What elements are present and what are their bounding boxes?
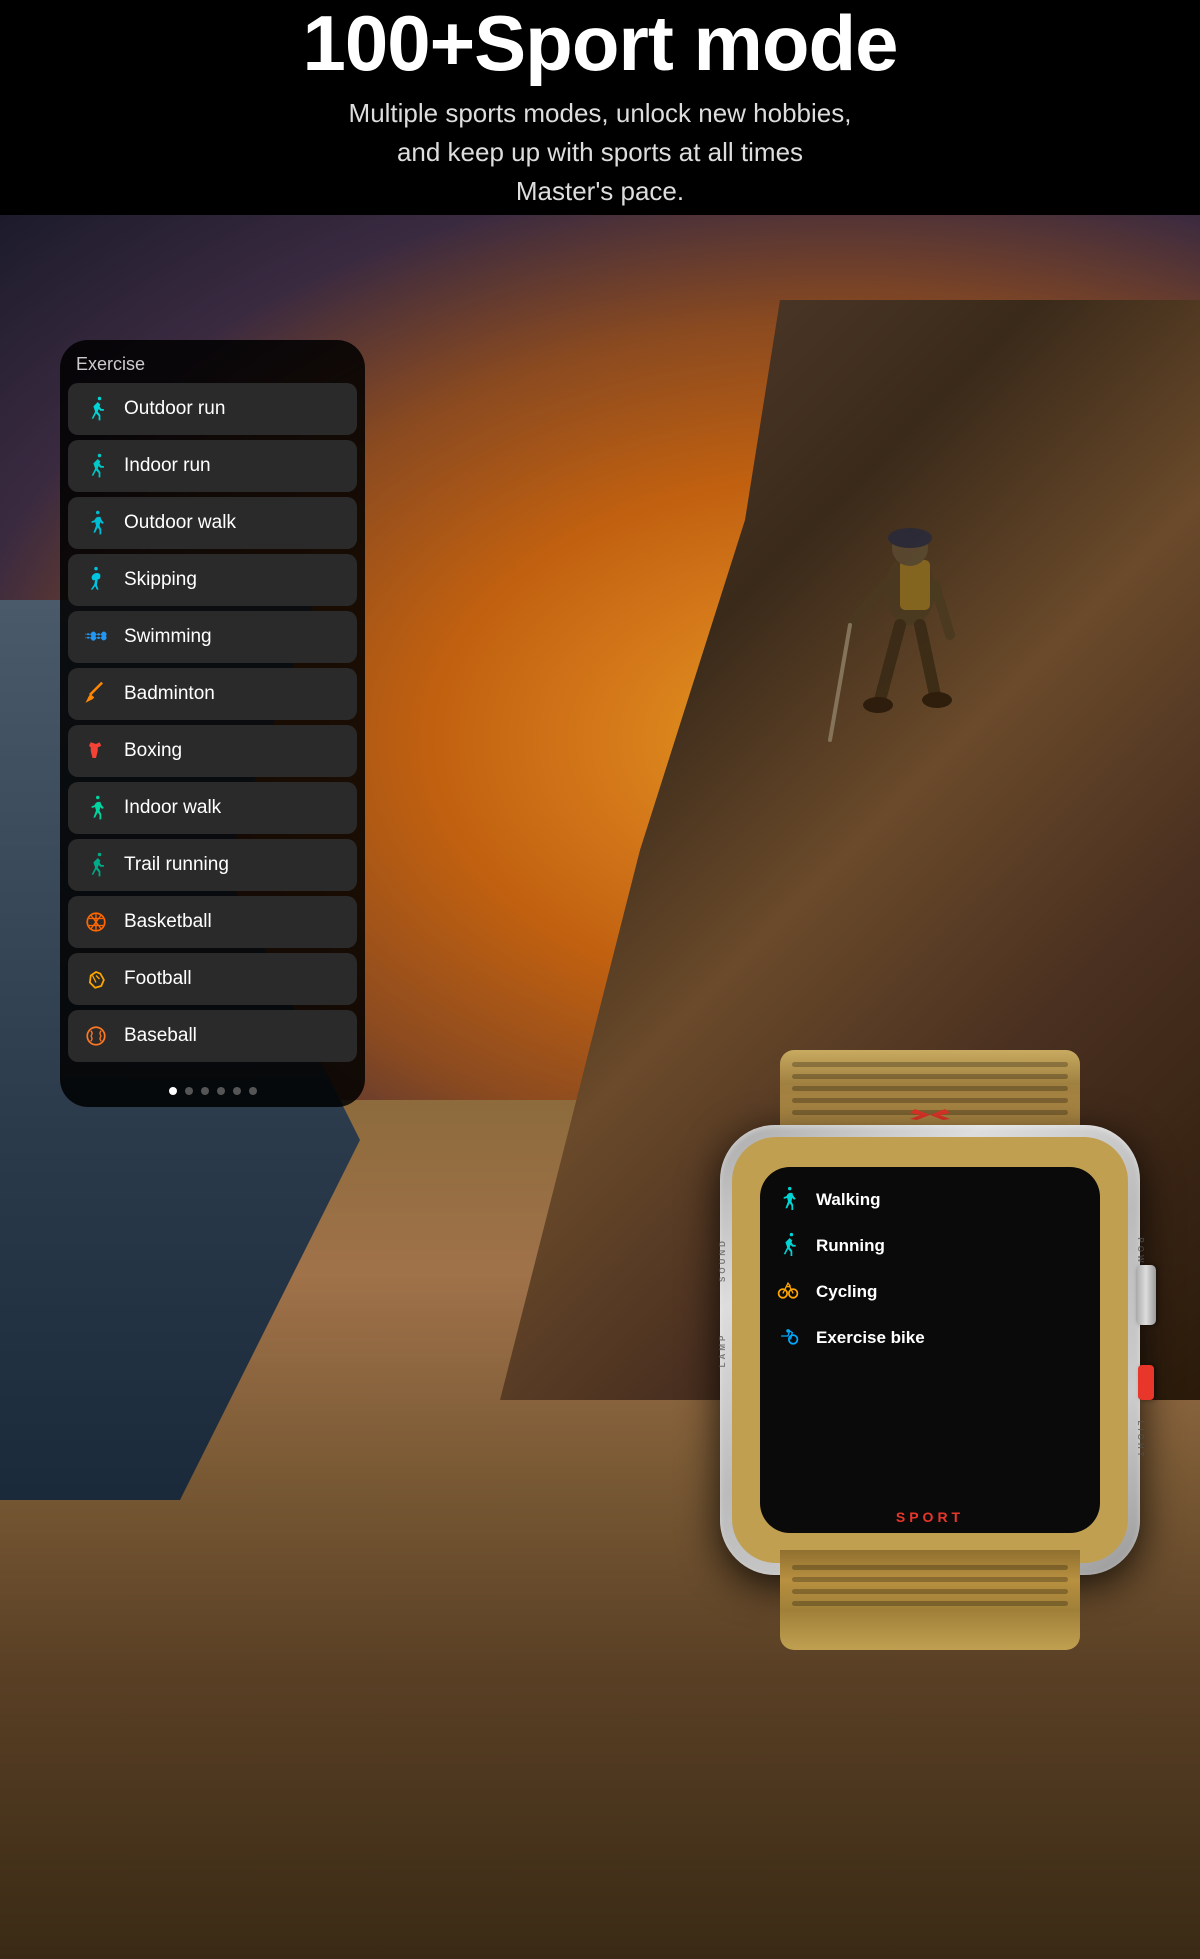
- strap-bottom: [780, 1550, 1080, 1650]
- sport-icon-skipping: [80, 564, 112, 596]
- watch-sport-name: Walking: [816, 1190, 881, 1210]
- hiker-figure: [810, 430, 1010, 785]
- sport-label: SPORT: [896, 1509, 964, 1525]
- header-section: 100+Sport mode Multiple sports modes, un…: [0, 0, 1200, 215]
- sport-name: Outdoor walk: [124, 512, 236, 534]
- sport-name: Baseball: [124, 1025, 197, 1047]
- sport-icon-baseball: [80, 1020, 112, 1052]
- watch-sport-icon: [776, 1186, 804, 1214]
- strap-top: [780, 1050, 1080, 1135]
- subtitle-line3: Master's pace.: [516, 176, 684, 206]
- pagination-dot[interactable]: [233, 1087, 241, 1095]
- sport-icon-outdoor-walk: [80, 507, 112, 539]
- watch-sport-row: Running: [770, 1227, 1090, 1265]
- sport-icon-basketball: [80, 906, 112, 938]
- sport-icon-indoor-walk: [80, 792, 112, 824]
- sport-icon-outdoor-run: [80, 393, 112, 425]
- sport-name: Boxing: [124, 740, 182, 762]
- watch-sport-name: Cycling: [816, 1282, 877, 1302]
- sport-icon-swimming: [80, 621, 112, 653]
- sport-name: Trail running: [124, 854, 229, 876]
- watch-case: LAMP POWER SOUND LIGHT Walking Running C…: [720, 1125, 1140, 1575]
- sport-icon-badminton: [80, 678, 112, 710]
- pagination-dot[interactable]: [249, 1087, 257, 1095]
- sport-icon-indoor-run: [80, 450, 112, 482]
- subtitle-line2: and keep up with sports at all times: [397, 137, 803, 167]
- watch-sport-row: Exercise bike: [770, 1319, 1090, 1357]
- sport-list-item[interactable]: Badminton: [68, 668, 357, 720]
- inner-bezel: Walking Running Cycling Exercise bike SP…: [732, 1137, 1128, 1563]
- exercise-label: Exercise: [60, 340, 365, 383]
- sport-list-item[interactable]: Outdoor walk: [68, 497, 357, 549]
- subtitle: Multiple sports modes, unlock new hobbie…: [349, 94, 852, 211]
- watch-sport-icon: [776, 1324, 804, 1352]
- sport-name: Indoor run: [124, 455, 211, 477]
- sport-list-item[interactable]: Outdoor run: [68, 383, 357, 435]
- sport-list-item[interactable]: Indoor walk: [68, 782, 357, 834]
- watch-sport-name: Running: [816, 1236, 885, 1256]
- watch-sport-icon: [776, 1278, 804, 1306]
- pagination-dot[interactable]: [169, 1087, 177, 1095]
- light-label: LIGHT: [1136, 1421, 1145, 1460]
- sport-icon-boxing: [80, 735, 112, 767]
- sport-list-item[interactable]: Basketball: [68, 896, 357, 948]
- watch-sport-row: Cycling: [770, 1273, 1090, 1311]
- sport-icon-football: [80, 963, 112, 995]
- sport-list-item[interactable]: Football: [68, 953, 357, 1005]
- sport-name: Swimming: [124, 626, 212, 648]
- phone-panel: Exercise Outdoor run Indoor run Outdoor …: [60, 340, 365, 1107]
- sport-list-item[interactable]: Skipping: [68, 554, 357, 606]
- pagination-dots: [60, 1075, 365, 1107]
- sport-icon-trail-running: [80, 849, 112, 881]
- watch-sport-row: Walking: [770, 1181, 1090, 1219]
- pagination-dot[interactable]: [217, 1087, 225, 1095]
- sport-list-item[interactable]: Baseball: [68, 1010, 357, 1062]
- sport-name: Basketball: [124, 911, 212, 933]
- lamp-label: LAMP: [718, 1333, 727, 1368]
- pagination-dot[interactable]: [185, 1087, 193, 1095]
- sport-list-item[interactable]: Trail running: [68, 839, 357, 891]
- sport-list-item[interactable]: Indoor run: [68, 440, 357, 492]
- sport-name: Outdoor run: [124, 398, 225, 420]
- sport-name: Skipping: [124, 569, 197, 591]
- sport-list: Outdoor run Indoor run Outdoor walk Skip…: [60, 383, 365, 1075]
- sound-label: SOUND: [718, 1238, 727, 1282]
- watch-sport-icon: [776, 1232, 804, 1260]
- pagination-dot[interactable]: [201, 1087, 209, 1095]
- sport-name: Indoor walk: [124, 797, 221, 819]
- sport-list-item[interactable]: Swimming: [68, 611, 357, 663]
- watch-screen: Walking Running Cycling Exercise bike SP…: [760, 1167, 1100, 1533]
- watch-screen-content: Walking Running Cycling Exercise bike: [760, 1167, 1100, 1533]
- watch-sport-name: Exercise bike: [816, 1328, 925, 1348]
- sport-name: Football: [124, 968, 192, 990]
- crown-button[interactable]: [1136, 1265, 1156, 1325]
- sport-list-item[interactable]: Boxing: [68, 725, 357, 777]
- smartwatch: LAMP POWER SOUND LIGHT Walking Running C…: [690, 1050, 1170, 1650]
- subtitle-line1: Multiple sports modes, unlock new hobbie…: [349, 98, 852, 128]
- main-title: 100+Sport mode: [302, 4, 897, 82]
- red-button[interactable]: [1138, 1365, 1154, 1400]
- sport-name: Badminton: [124, 683, 215, 705]
